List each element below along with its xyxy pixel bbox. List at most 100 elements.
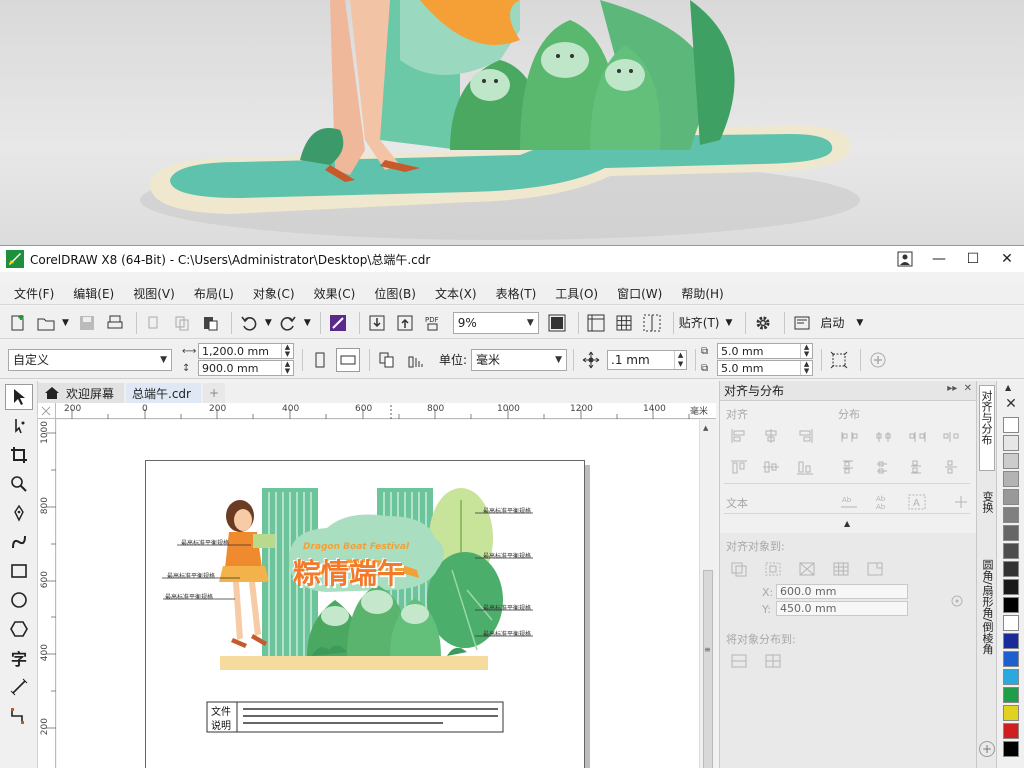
save-icon[interactable] bbox=[75, 311, 99, 335]
distribute-bottom-icon[interactable] bbox=[908, 459, 926, 475]
menu-window[interactable]: 窗口(W) bbox=[611, 283, 668, 305]
align-left-icon[interactable] bbox=[730, 428, 748, 444]
launch-menu[interactable]: 启动 bbox=[820, 314, 844, 331]
vertical-ruler[interactable]: 1000 800 600 400 200 bbox=[38, 419, 56, 768]
color-swatch[interactable] bbox=[1003, 543, 1019, 559]
horizontal-ruler[interactable]: 200 0 200 400 600 800 1000 1200 1400 毫米 bbox=[56, 403, 716, 419]
text-baseline-icon[interactable]: Ab bbox=[840, 494, 858, 510]
side-tab-fillet-scallop-chamfer[interactable]: 圆角/扇形角/倒棱角 bbox=[979, 559, 995, 729]
color-swatch[interactable] bbox=[1003, 669, 1019, 685]
scroll-up-icon[interactable]: ▲ bbox=[703, 424, 708, 432]
portrait-icon[interactable] bbox=[308, 348, 332, 372]
color-swatch[interactable] bbox=[1003, 525, 1019, 541]
x-position-input[interactable]: 600.0 mm bbox=[776, 584, 908, 599]
text-tool-icon[interactable]: 字 bbox=[5, 645, 33, 671]
current-page-icon[interactable] bbox=[403, 348, 427, 372]
spin-arrows-icon[interactable]: ▲ ▼ bbox=[674, 350, 686, 369]
polygon-tool-icon[interactable] bbox=[5, 616, 33, 642]
color-swatch[interactable] bbox=[1003, 687, 1019, 703]
profile-icon[interactable] bbox=[888, 246, 922, 272]
menu-text[interactable]: 文本(X) bbox=[429, 283, 483, 305]
distribute-left-icon[interactable] bbox=[840, 428, 858, 444]
color-swatch[interactable] bbox=[1003, 435, 1019, 451]
distribute-center-v-icon[interactable] bbox=[874, 459, 892, 475]
all-pages-icon[interactable] bbox=[375, 348, 399, 372]
color-swatch[interactable] bbox=[1003, 471, 1019, 487]
menu-table[interactable]: 表格(T) bbox=[490, 283, 543, 305]
rectangle-tool-icon[interactable] bbox=[5, 558, 33, 584]
align-bottom-icon[interactable] bbox=[796, 459, 814, 475]
grid-icon[interactable] bbox=[832, 561, 850, 577]
zoom-level-combo[interactable]: 9% ▼ bbox=[452, 311, 539, 334]
side-tab-transform[interactable]: 变换 bbox=[979, 491, 995, 541]
shape-tool-icon[interactable] bbox=[5, 413, 33, 439]
snap-to-menu[interactable]: 贴齐(T) bbox=[679, 314, 720, 331]
align-right-icon[interactable] bbox=[796, 428, 814, 444]
connector-tool-icon[interactable] bbox=[5, 703, 33, 729]
color-swatch[interactable] bbox=[1003, 741, 1019, 757]
palette-scroll-up-icon[interactable]: ▲ bbox=[1005, 383, 1011, 392]
menu-help[interactable]: 帮助(H) bbox=[675, 283, 729, 305]
redo-icon[interactable] bbox=[276, 311, 300, 335]
copy-icon[interactable] bbox=[170, 311, 194, 335]
export-icon[interactable] bbox=[393, 311, 417, 335]
color-swatch[interactable] bbox=[1003, 417, 1019, 433]
vertical-scrollbar[interactable]: ▲ ≡ bbox=[699, 420, 716, 768]
crop-tool-icon[interactable] bbox=[5, 442, 33, 468]
align-top-icon[interactable] bbox=[730, 459, 748, 475]
color-swatch[interactable] bbox=[1003, 651, 1019, 667]
paste-icon[interactable] bbox=[198, 311, 222, 335]
treat-as-filled-icon[interactable] bbox=[827, 348, 851, 372]
y-position-input[interactable]: 450.0 mm bbox=[776, 601, 908, 616]
duplicate-y-input[interactable]: 5.0 mm ▲ ▼ bbox=[717, 360, 814, 376]
drawing-canvas[interactable]: Dragon Boat Festival 粽情端午 最高标准平衡规格 最高标准平… bbox=[57, 420, 699, 768]
show-grid-icon[interactable] bbox=[612, 311, 636, 335]
add-icon[interactable] bbox=[866, 348, 890, 372]
color-swatch[interactable] bbox=[1003, 579, 1019, 595]
color-swatch[interactable] bbox=[1003, 561, 1019, 577]
page-center-icon[interactable] bbox=[798, 561, 816, 577]
collapse-up-icon[interactable]: ▲ bbox=[844, 519, 850, 528]
align-center-h-icon[interactable] bbox=[762, 428, 780, 444]
text-bounding-box-icon[interactable]: A bbox=[908, 494, 926, 510]
maximize-icon[interactable]: ☐ bbox=[956, 246, 990, 272]
options-gear-icon[interactable] bbox=[751, 311, 775, 335]
distribute-spacing-v-icon[interactable] bbox=[942, 459, 960, 475]
text-first-line-baseline-icon[interactable]: Ab Ab bbox=[874, 494, 892, 511]
page-preset-combo[interactable]: 自定义 ▼ bbox=[8, 348, 172, 371]
cut-icon[interactable] bbox=[142, 311, 166, 335]
align-center-v-icon[interactable] bbox=[762, 459, 780, 475]
menu-bitmaps[interactable]: 位图(B) bbox=[368, 283, 422, 305]
open-folder-icon[interactable] bbox=[34, 311, 58, 335]
close-icon[interactable]: ✕ bbox=[990, 246, 1024, 272]
menu-object[interactable]: 对象(C) bbox=[247, 283, 301, 305]
duplicate-x-input[interactable]: 5.0 mm ▲ ▼ bbox=[717, 343, 814, 359]
pin-icon[interactable] bbox=[952, 494, 970, 510]
vertical-scroll-thumb[interactable] bbox=[703, 570, 713, 768]
landscape-icon[interactable] bbox=[336, 347, 360, 372]
units-combo[interactable]: 毫米 ▼ bbox=[471, 348, 568, 371]
distribute-top-icon[interactable] bbox=[840, 459, 858, 475]
page-height-input[interactable]: 900.0 mm ▲ ▼ bbox=[198, 360, 294, 376]
menu-tools[interactable]: 工具(O) bbox=[549, 283, 604, 305]
docker-controls[interactable]: ▸▸ ✕ bbox=[947, 383, 972, 394]
new-document-icon[interactable] bbox=[6, 311, 30, 335]
nudge-distance-input[interactable]: .1 mm ▲ ▼ bbox=[607, 349, 688, 370]
color-swatch[interactable] bbox=[1003, 723, 1019, 739]
zoom-tool-icon[interactable] bbox=[5, 471, 33, 497]
color-swatch[interactable] bbox=[1003, 597, 1019, 613]
distribute-spacing-h-icon[interactable] bbox=[942, 428, 960, 444]
search-content-icon[interactable] bbox=[326, 311, 350, 335]
menu-effects[interactable]: 效果(C) bbox=[308, 283, 362, 305]
color-swatch[interactable] bbox=[1003, 705, 1019, 721]
color-swatch[interactable] bbox=[1003, 489, 1019, 505]
menu-file[interactable]: 文件(F) bbox=[8, 283, 60, 305]
color-swatch[interactable] bbox=[1003, 633, 1019, 649]
distribute-page-icon[interactable] bbox=[764, 653, 782, 669]
spin-arrows-icon[interactable]: ▲ ▼ bbox=[800, 361, 812, 375]
side-tab-align-distribute[interactable]: 对齐与分布 bbox=[979, 385, 995, 471]
no-color-icon[interactable]: ✕ bbox=[1003, 397, 1019, 413]
artistic-media-tool-icon[interactable] bbox=[5, 529, 33, 555]
tab-document[interactable]: 总端午.cdr bbox=[126, 383, 201, 403]
pick-tool-icon[interactable] bbox=[5, 384, 33, 410]
